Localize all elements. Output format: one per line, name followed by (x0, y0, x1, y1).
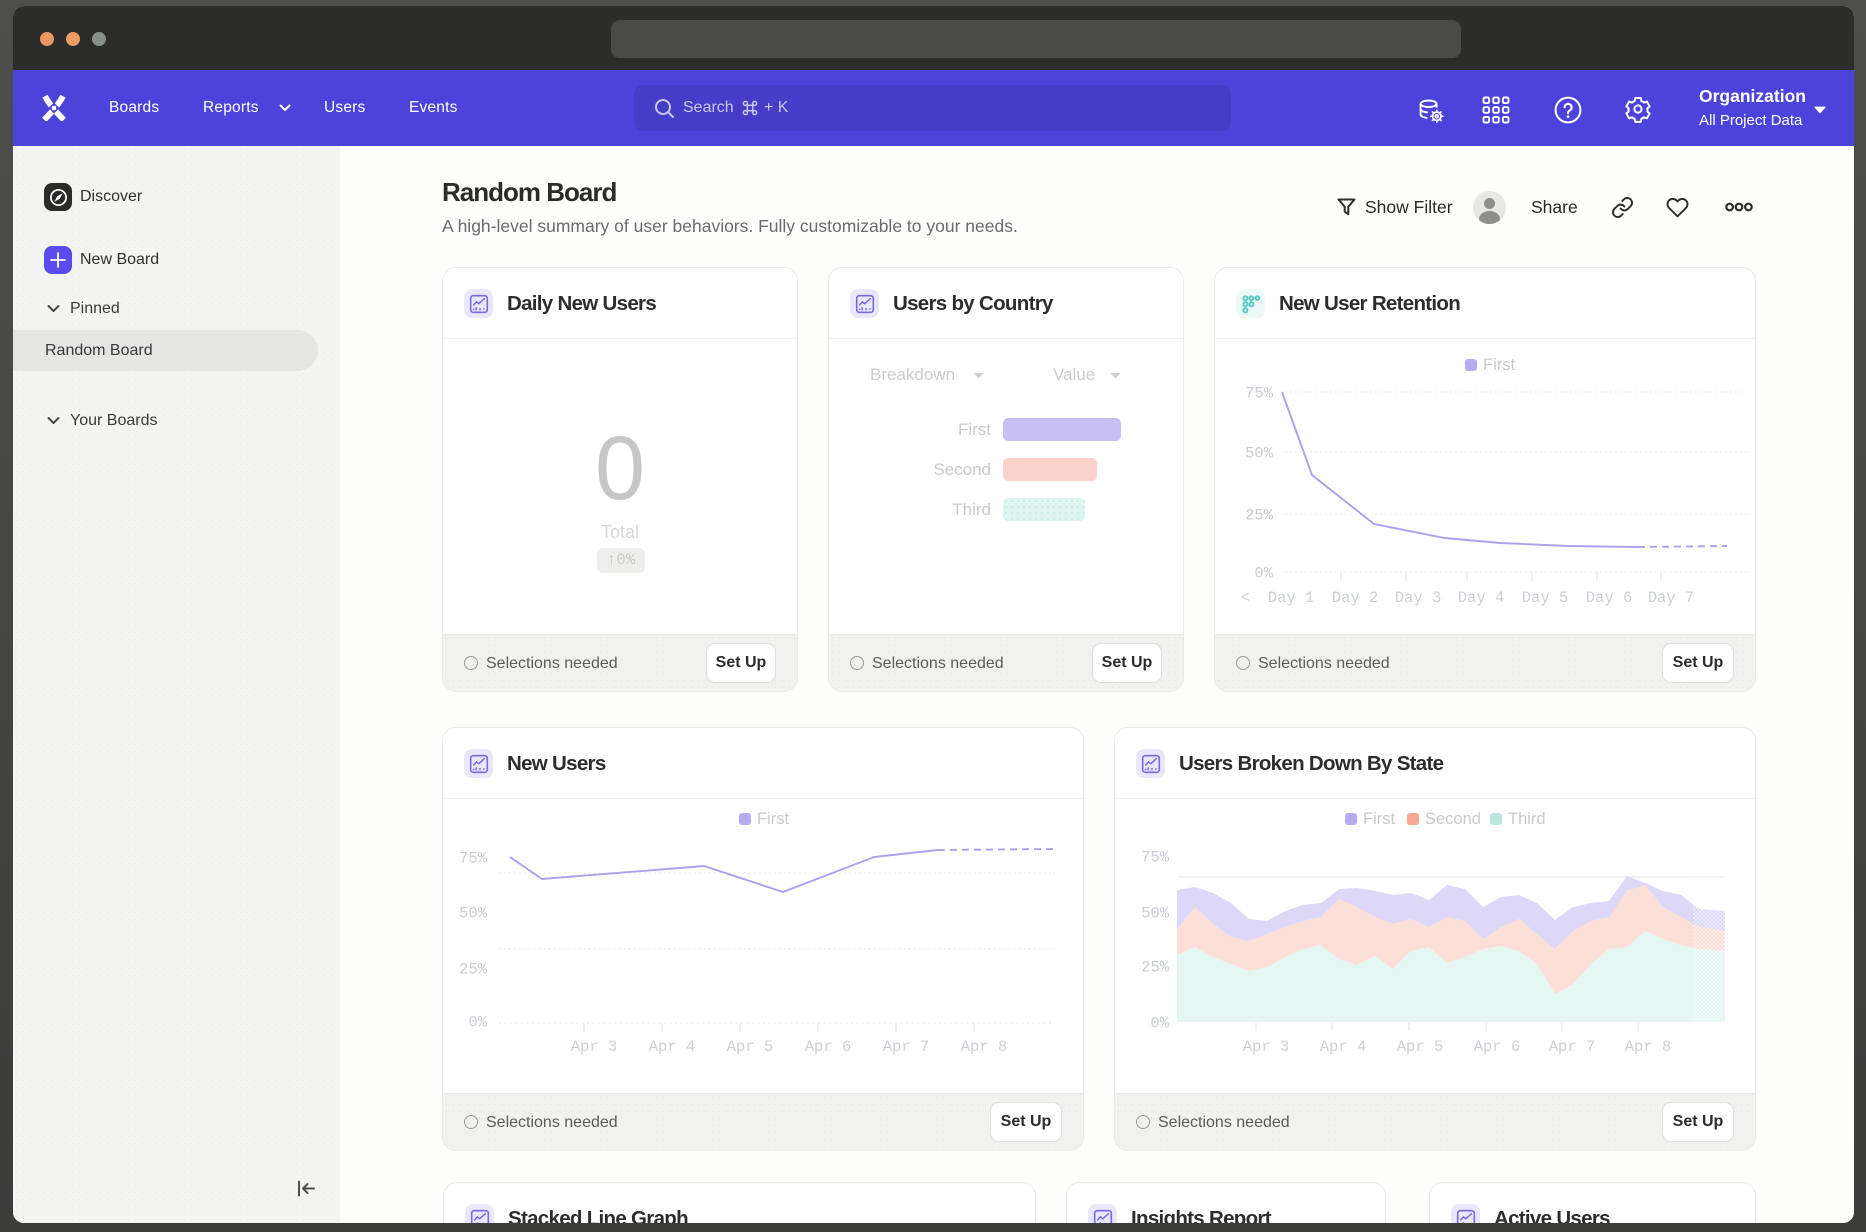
svg-text:Apr 4: Apr 4 (1320, 1038, 1367, 1056)
svg-text:Apr 5: Apr 5 (727, 1038, 774, 1056)
svg-text:Apr 6: Apr 6 (805, 1038, 852, 1056)
svg-text:Apr 8: Apr 8 (961, 1038, 1008, 1056)
svg-text:Day 2: Day 2 (1332, 589, 1379, 607)
svg-text:0%: 0% (468, 1014, 487, 1032)
svg-text:25%: 25% (459, 961, 488, 979)
svg-text:Apr 8: Apr 8 (1625, 1038, 1672, 1056)
svg-text:0%: 0% (1254, 565, 1273, 583)
svg-text:50%: 50% (459, 905, 488, 923)
svg-text:Day 7: Day 7 (1648, 589, 1695, 607)
svg-text:75%: 75% (1245, 385, 1274, 403)
svg-text:Apr 6: Apr 6 (1474, 1038, 1521, 1056)
svg-text:First: First (1363, 810, 1395, 828)
svg-text:Apr 5: Apr 5 (1397, 1038, 1444, 1056)
svg-text:<: < (1240, 589, 1249, 607)
svg-text:Third: Third (1508, 810, 1546, 828)
svg-text:First: First (1483, 356, 1515, 374)
svg-text:Day 6: Day 6 (1586, 589, 1633, 607)
svg-text:Day 3: Day 3 (1395, 589, 1442, 607)
svg-text:75%: 75% (1141, 849, 1170, 867)
svg-text:Day 1: Day 1 (1268, 589, 1315, 607)
svg-text:75%: 75% (459, 850, 488, 868)
svg-text:Day 5: Day 5 (1522, 589, 1569, 607)
svg-text:Apr 7: Apr 7 (883, 1038, 930, 1056)
svg-text:Second: Second (1425, 810, 1481, 828)
svg-text:Day 4: Day 4 (1458, 589, 1505, 607)
svg-text:Apr 7: Apr 7 (1549, 1038, 1596, 1056)
svg-text:Apr 3: Apr 3 (571, 1038, 618, 1056)
svg-text:50%: 50% (1245, 445, 1274, 463)
svg-text:25%: 25% (1245, 507, 1274, 525)
svg-text:0%: 0% (1150, 1015, 1169, 1033)
svg-text:Apr 3: Apr 3 (1243, 1038, 1290, 1056)
svg-text:25%: 25% (1141, 959, 1170, 977)
svg-text:50%: 50% (1141, 905, 1170, 923)
svg-text:First: First (757, 810, 789, 828)
svg-text:Apr 4: Apr 4 (649, 1038, 696, 1056)
